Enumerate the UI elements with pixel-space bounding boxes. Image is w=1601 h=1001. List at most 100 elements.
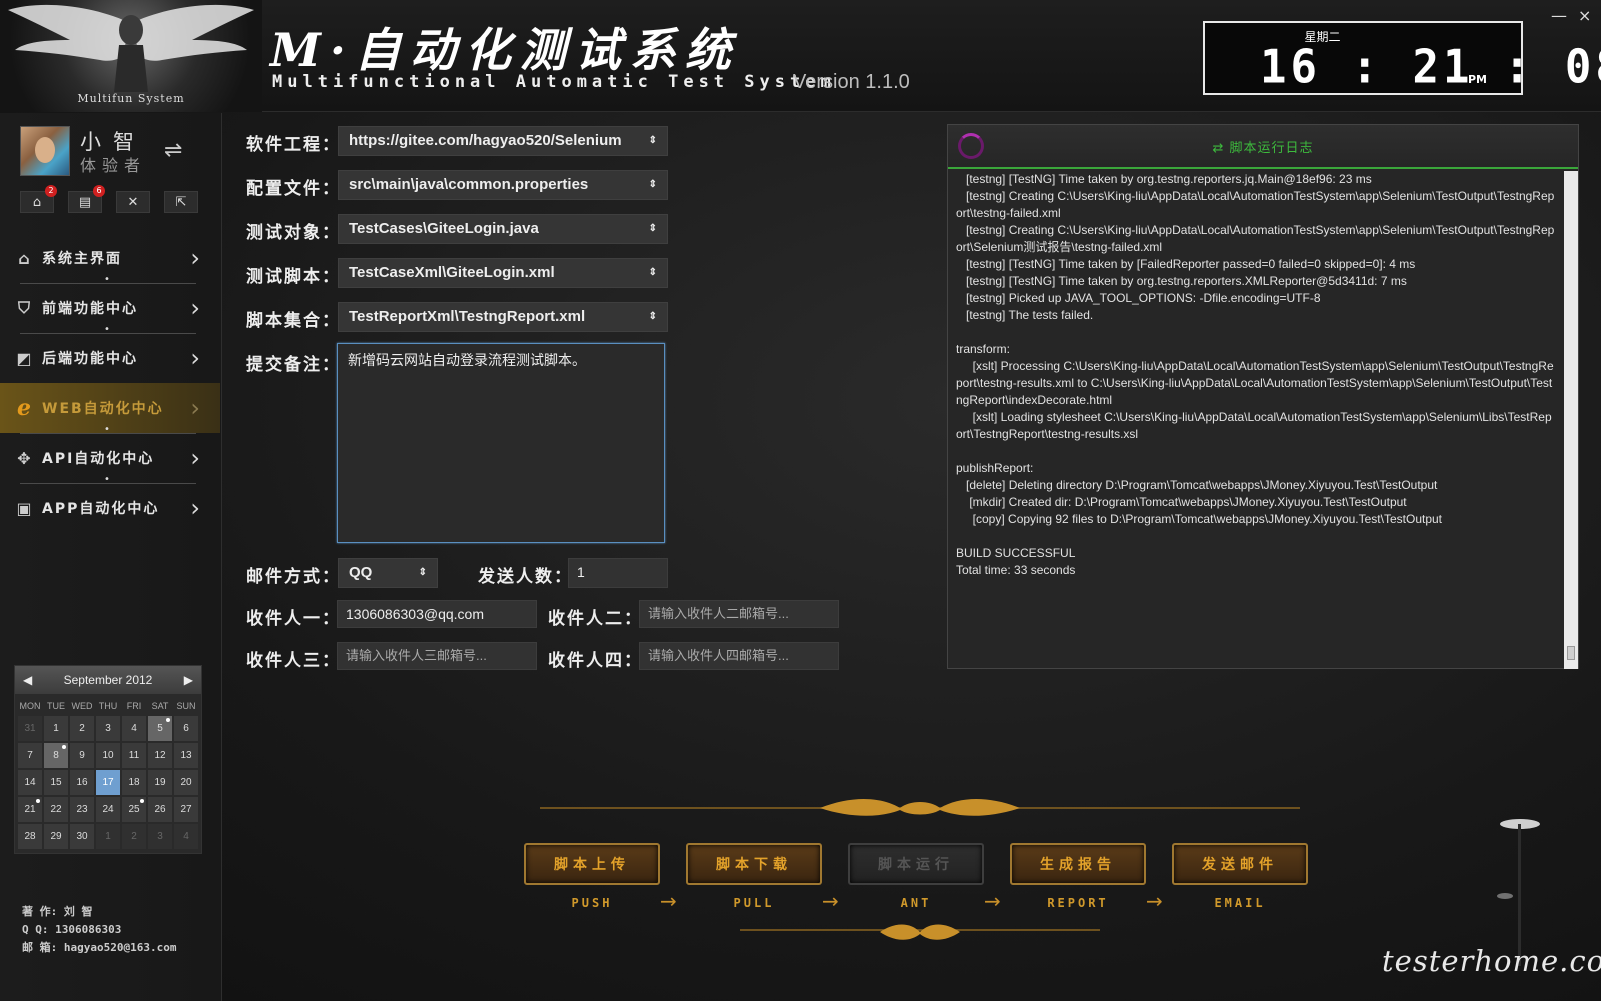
- shield-icon: ⛉: [17, 298, 32, 317]
- minimize-button[interactable]: —: [1551, 6, 1567, 25]
- inbox-button[interactable]: ⌂ 2: [20, 185, 57, 213]
- tools-icon: ✕: [127, 194, 139, 210]
- log-panel: ⇄ 脚本运行日志 [testng] [TestNG] Time taken by…: [947, 124, 1579, 669]
- calendar-day[interactable]: 20: [174, 770, 198, 795]
- note-textarea[interactable]: 新增码云网站自动登录流程测试脚本。: [337, 343, 665, 543]
- mail-method-label: 邮件方式：: [246, 567, 341, 587]
- mail-method-select[interactable]: QQ ⇕: [338, 558, 438, 588]
- prev-month-button[interactable]: ◀: [23, 673, 32, 687]
- calendar-day[interactable]: 3: [148, 824, 172, 849]
- calendar-day[interactable]: 22: [44, 797, 68, 822]
- calendar-day[interactable]: 4: [122, 716, 146, 741]
- calendar-day[interactable]: 28: [18, 824, 42, 849]
- send-mail-button[interactable]: 发送邮件: [1172, 843, 1308, 885]
- close-button[interactable]: ×: [1578, 6, 1591, 25]
- calendar-day[interactable]: 16: [70, 770, 94, 795]
- calendar-day[interactable]: 13: [174, 743, 198, 768]
- project-select[interactable]: https://gitee.com/hagyao520/Selenium ⇕: [338, 126, 668, 156]
- calendar-day[interactable]: 31: [18, 716, 42, 741]
- script-select[interactable]: TestCaseXml\GiteeLogin.xml ⇕: [338, 258, 668, 288]
- download-script-button[interactable]: 脚本下载: [686, 843, 822, 885]
- calendar-day[interactable]: 1: [96, 824, 120, 849]
- calendar-day[interactable]: 9: [70, 743, 94, 768]
- calendar-day[interactable]: 21: [18, 797, 42, 822]
- sidebar-item-label: 系统主界面: [42, 251, 122, 267]
- sidebar-item-label: WEB自动化中心: [42, 401, 164, 417]
- download-caption: PULL: [733, 896, 775, 910]
- avatar[interactable]: [20, 126, 70, 176]
- calendar-day[interactable]: 4: [174, 824, 198, 849]
- network-icon: ✥: [17, 448, 33, 468]
- calendar-day[interactable]: 15: [44, 770, 68, 795]
- recipient3-input[interactable]: 请输入收件人三邮箱号...: [337, 642, 537, 670]
- calendar-day[interactable]: 14: [18, 770, 42, 795]
- calendar-day[interactable]: 17: [96, 770, 120, 795]
- calendar-weekday: MON: [19, 701, 41, 711]
- calendar-day[interactable]: 5: [148, 716, 172, 741]
- calendar-day[interactable]: 3: [96, 716, 120, 741]
- calendar-day[interactable]: 7: [18, 743, 42, 768]
- calendar-header: ◀ September 2012 ▶: [15, 666, 201, 694]
- calendar-day[interactable]: 12: [148, 743, 172, 768]
- app-title: M·自动化测试系统: [270, 23, 740, 77]
- calendar-day[interactable]: 2: [122, 824, 146, 849]
- calendar-day[interactable]: 2: [70, 716, 94, 741]
- sidebar-item-home[interactable]: ⌂ 系统主界面 ›: [0, 233, 220, 283]
- angel-wings-icon: [8, 4, 254, 92]
- arrow-right-icon: →: [1146, 889, 1163, 913]
- calendar-day[interactable]: 25: [122, 797, 146, 822]
- calendar-day[interactable]: 27: [174, 797, 198, 822]
- calendar-day[interactable]: 8: [44, 743, 68, 768]
- scrollbar-thumb[interactable]: [1567, 646, 1575, 660]
- sidebar-item-web[interactable]: e WEB自动化中心 ›: [0, 383, 220, 433]
- switch-user-icon[interactable]: ⇌: [164, 138, 182, 163]
- config-value: src\main\java\common.properties: [349, 176, 589, 193]
- ornament-top-icon: [540, 799, 1300, 816]
- calendar-day[interactable]: 6: [174, 716, 198, 741]
- tools-button[interactable]: ✕: [116, 191, 150, 213]
- ie-icon: e: [17, 395, 33, 421]
- config-select[interactable]: src\main\java\common.properties ⇕: [338, 170, 668, 200]
- log-scrollbar[interactable]: [1564, 171, 1578, 669]
- sender-count-input[interactable]: 1: [568, 558, 668, 588]
- run-script-button[interactable]: 脚本运行: [848, 843, 984, 885]
- digital-clock: 星期二 16 : 21 : 08 PM: [1203, 21, 1601, 95]
- recipient1-input[interactable]: 1306086303@qq.com: [337, 600, 537, 628]
- ornament-bottom-icon: [740, 924, 1100, 940]
- chevron-right-icon: ›: [190, 444, 202, 472]
- sidebar-nav: ⌂ 系统主界面 › ⛉ 前端功能中心 › ◩ 后端功能中心 › e WEB自动化…: [0, 233, 220, 533]
- upload-script-button[interactable]: 脚本上传: [524, 843, 660, 885]
- log-output[interactable]: [testng] [TestNG] Time taken by org.test…: [948, 171, 1564, 669]
- generate-report-button[interactable]: 生成报告: [1010, 843, 1146, 885]
- target-value: TestCases\GiteeLogin.java: [349, 220, 539, 237]
- sidebar-item-app[interactable]: ▣ APP自动化中心 ›: [0, 483, 220, 533]
- calendar-day[interactable]: 18: [122, 770, 146, 795]
- calendar-day[interactable]: 26: [148, 797, 172, 822]
- sidebar-item-api[interactable]: ✥ API自动化中心 ›: [0, 433, 220, 483]
- logo-caption: Multifun System: [77, 92, 185, 105]
- calendar-day[interactable]: 23: [70, 797, 94, 822]
- calendar-day[interactable]: 10: [96, 743, 120, 768]
- calendar-day[interactable]: 29: [44, 824, 68, 849]
- calendar-day[interactable]: 11: [122, 743, 146, 768]
- sidebar-item-backend[interactable]: ◩ 后端功能中心 ›: [0, 333, 220, 383]
- calendar-day[interactable]: 19: [148, 770, 172, 795]
- updown-arrow-icon: ⇕: [648, 267, 657, 278]
- exit-button[interactable]: ⇱: [164, 191, 198, 213]
- clock-ampm: PM: [1468, 73, 1488, 86]
- calendar-day[interactable]: 30: [70, 824, 94, 849]
- calendar-day[interactable]: 24: [96, 797, 120, 822]
- calendar-month: September 2012: [63, 673, 153, 687]
- project-value: https://gitee.com/hagyao520/Selenium: [349, 132, 622, 149]
- calendar-day[interactable]: 1: [44, 716, 68, 741]
- list-button[interactable]: ▤ 6: [68, 185, 105, 213]
- sidebar-item-label: 前端功能中心: [42, 301, 138, 317]
- loading-spinner-icon: [958, 133, 984, 159]
- next-month-button[interactable]: ▶: [184, 673, 193, 687]
- suite-select[interactable]: TestReportXml\TestngReport.xml ⇕: [338, 302, 668, 332]
- sidebar-item-frontend[interactable]: ⛉ 前端功能中心 ›: [0, 283, 220, 333]
- recipient2-input[interactable]: 请输入收件人二邮箱号...: [639, 600, 839, 628]
- recipient4-input[interactable]: 请输入收件人四邮箱号...: [639, 642, 839, 670]
- calendar-weekday: SAT: [151, 701, 169, 711]
- target-select[interactable]: TestCases\GiteeLogin.java ⇕: [338, 214, 668, 244]
